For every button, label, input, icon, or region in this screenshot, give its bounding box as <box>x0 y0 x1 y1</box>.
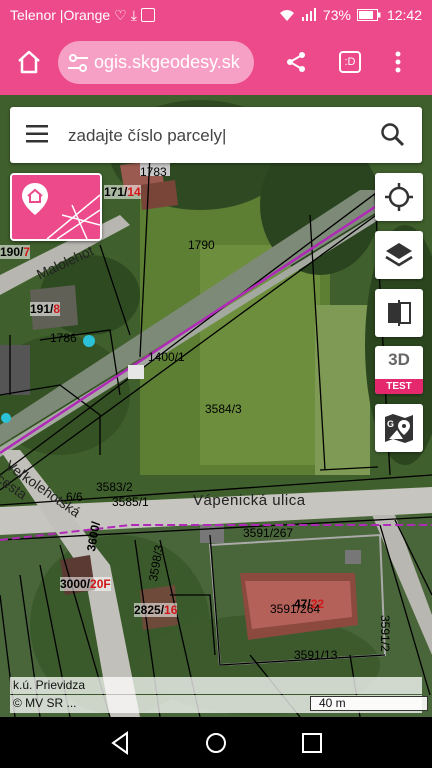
copyright-text: © MV SR ... <box>13 696 77 710</box>
compare-icon <box>388 300 411 326</box>
share-icon <box>287 52 305 72</box>
parcel-label-3600: 3600/ <box>84 520 104 553</box>
parcel-subnumber: 16 <box>164 603 178 617</box>
parcel-label-3591-264: 3591/264 <box>270 602 321 616</box>
google-maps-button[interactable]: G <box>375 404 423 452</box>
parcel-label-3585: 3585/1 <box>112 495 149 509</box>
app-notification-icon <box>140 8 155 22</box>
address-bar[interactable]: ogis.skgeodesy.sk <box>58 41 254 84</box>
parcel-subnumber: 7 <box>23 245 31 259</box>
signal-icon <box>301 8 316 21</box>
menu-button[interactable] <box>378 42 418 82</box>
parcel-label-3591-2: 3591/2 <box>378 615 392 652</box>
cadastre-label: k.ú. Prievidza <box>10 677 422 694</box>
tab-count: :D <box>339 51 361 73</box>
home-nav-icon[interactable] <box>202 729 230 757</box>
cadastre-text: k.ú. Prievidza <box>13 678 86 692</box>
site-settings-icon[interactable] <box>66 51 90 75</box>
recents-icon[interactable] <box>298 729 326 757</box>
share-button[interactable] <box>276 42 316 82</box>
parcel-subnumber: 14 <box>127 185 141 199</box>
attribution-row: © MV SR ... 40 m <box>10 695 428 713</box>
parcel-label-3591-267: 3591/267 <box>243 526 294 540</box>
parcel-label-171: 171/14 <box>104 185 141 199</box>
street-label-malolehotska: Malolehot <box>34 242 96 283</box>
my-location-button[interactable] <box>375 173 423 221</box>
status-bar: Telenor |Orange ♡ ⤓ 73% 12:42 <box>0 0 432 30</box>
parcel-label-1786: 1786 <box>50 331 77 345</box>
parcel-label-2825: 2825/16 <box>134 603 178 617</box>
browser-toolbar: ogis.skgeodesy.sk :D <box>0 30 432 95</box>
parcel-number: 191/ <box>30 302 54 316</box>
battery-icon <box>356 9 381 21</box>
download-icon: ⤓ <box>130 6 137 23</box>
parcel-label-3583: 3583/2 <box>96 480 133 494</box>
hamburger-menu-icon[interactable] <box>26 124 50 144</box>
3d-view-button[interactable]: 3D TEST <box>375 346 423 394</box>
crosshair-icon <box>385 183 413 211</box>
back-icon[interactable] <box>107 729 135 757</box>
compare-button[interactable] <box>375 289 423 337</box>
system-nav-bar <box>0 717 432 768</box>
parcel-number: 190/ <box>0 245 24 259</box>
home-icon <box>18 50 40 74</box>
parcel-label-3584: 3584/3 <box>205 402 242 416</box>
battery-percent: 73% <box>322 7 351 23</box>
parcel-label-3591-13: 3591/13 <box>294 648 338 662</box>
parcel-label-3598: 3598/3 <box>146 543 167 583</box>
heart-icon: ♡ <box>114 6 127 23</box>
clock: 12:42 <box>386 7 422 23</box>
parcel-label-3000: 3000/20F <box>60 577 111 591</box>
parcel-label-191: 191/8 <box>30 302 61 316</box>
location-pin-icon <box>22 183 48 215</box>
carrier-label: Telenor |Orange <box>10 7 111 23</box>
3d-label: 3D <box>388 350 410 369</box>
scale-text: 40 m <box>319 696 346 710</box>
parcel-search-input[interactable] <box>66 117 370 155</box>
url-text: ogis.skgeodesy.sk <box>94 52 240 72</box>
parcel-search-bar <box>10 107 422 163</box>
search-icon[interactable] <box>380 122 406 148</box>
home-button[interactable] <box>9 42 49 82</box>
parcel-label-190: 190/7 <box>0 245 31 259</box>
tabs-button[interactable]: :D <box>330 42 370 82</box>
parcel-number: 171/ <box>104 185 128 199</box>
parcel-label-1783: 1783 <box>140 165 167 179</box>
parcel-number: 3000/ <box>60 577 91 591</box>
svg-text:G: G <box>387 419 394 429</box>
google-maps-icon: G <box>385 414 413 443</box>
layers-icon <box>385 243 413 267</box>
layers-button[interactable] <box>375 231 423 279</box>
scale-bar: 40 m <box>310 696 428 711</box>
parcel-label-1790: 1790 <box>188 238 215 252</box>
parcel-subnumber: 20F <box>90 577 111 591</box>
wifi-icon <box>279 10 294 21</box>
test-badge: TEST <box>375 379 423 394</box>
parcel-subnumber: 8 <box>53 302 61 316</box>
parcel-number: 2825/ <box>134 603 165 617</box>
more-vert-icon <box>395 51 401 73</box>
street-label-vapenicka: Vápenická ulica <box>193 492 306 509</box>
basemap-switcher-button[interactable] <box>10 173 102 241</box>
parcel-label-1400: 1400/1 <box>148 350 185 364</box>
